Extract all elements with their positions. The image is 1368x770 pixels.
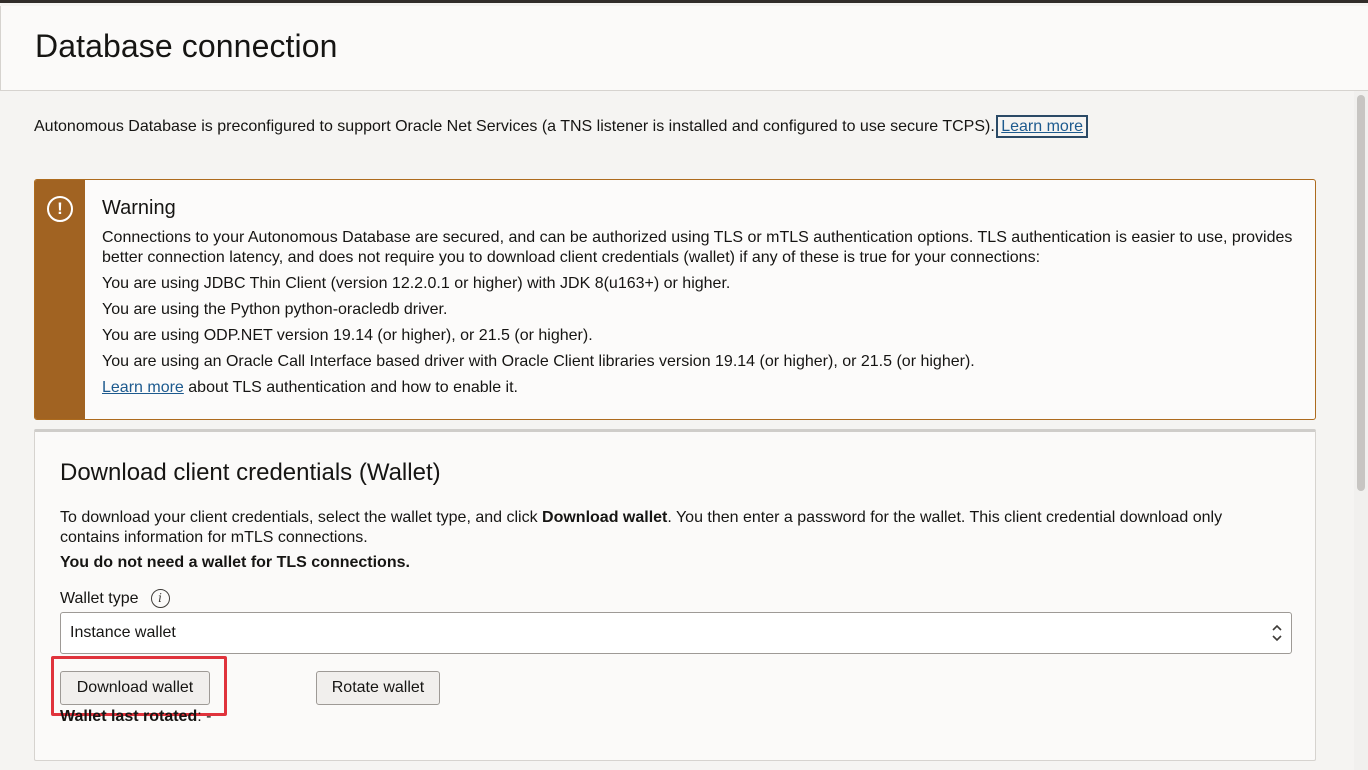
rotate-wallet-button[interactable]: Rotate wallet: [316, 671, 440, 705]
intro-learn-more-link[interactable]: Learn more: [996, 115, 1089, 138]
warning-footer: Learn more about TLS authentication and …: [102, 378, 1302, 398]
warning-line: You are using JDBC Thin Client (version …: [102, 275, 731, 292]
page-title: Database connection: [35, 28, 338, 64]
credentials-panel: Download client credentials (Wallet) To …: [34, 429, 1316, 761]
warning-banner: ! Warning Connections to your Autonomous…: [34, 179, 1316, 420]
last-rotated-label: Wallet last rotated: [60, 708, 198, 725]
warning-line: Connections to your Autonomous Database …: [102, 229, 1293, 266]
tls-note: You do not need a wallet for TLS connect…: [60, 554, 410, 571]
warning-line: You are using the Python python-oracledb…: [102, 301, 448, 318]
page-header: Database connection: [0, 6, 1368, 91]
wallet-type-label: Wallet type: [60, 589, 139, 607]
warning-title: Warning: [102, 197, 176, 219]
warning-line: You are using an Oracle Call Interface b…: [102, 353, 975, 370]
app-frame: Database connection Autonomous Database …: [0, 0, 1368, 770]
credentials-desc-bold: Download wallet: [542, 509, 668, 526]
credentials-title: Download client credentials (Wallet): [60, 459, 441, 486]
warning-accent-strip: !: [35, 180, 85, 419]
select-chevrons-icon: [1272, 624, 1282, 642]
warning-learn-more-link[interactable]: Learn more: [102, 379, 184, 396]
credentials-desc-part1: To download your client credentials, sel…: [60, 509, 543, 526]
wallet-last-rotated: Wallet last rotated: -: [60, 708, 211, 726]
credentials-description: To download your client credentials, sel…: [60, 508, 1280, 548]
scrollbar-thumb[interactable]: [1357, 95, 1365, 491]
wallet-type-value: Instance wallet: [70, 624, 176, 641]
vertical-scrollbar[interactable]: [1354, 91, 1368, 770]
intro-description: Autonomous Database is preconfigured to …: [34, 118, 995, 135]
exclamation-circle-icon: !: [47, 196, 73, 222]
warning-footer-text: about TLS authentication and how to enab…: [183, 379, 518, 396]
wallet-type-select[interactable]: Instance wallet: [60, 612, 1292, 654]
wallet-type-label-row: Wallet type i: [60, 589, 170, 608]
last-rotated-value: : -: [197, 708, 212, 725]
info-icon[interactable]: i: [150, 589, 170, 608]
warning-line: You are using ODP.NET version 19.14 (or …: [102, 327, 593, 344]
download-wallet-button[interactable]: Download wallet: [60, 671, 210, 705]
warning-content: Warning Connections to your Autonomous D…: [102, 198, 1302, 404]
intro-text: Autonomous Database is preconfigured to …: [34, 115, 1089, 138]
